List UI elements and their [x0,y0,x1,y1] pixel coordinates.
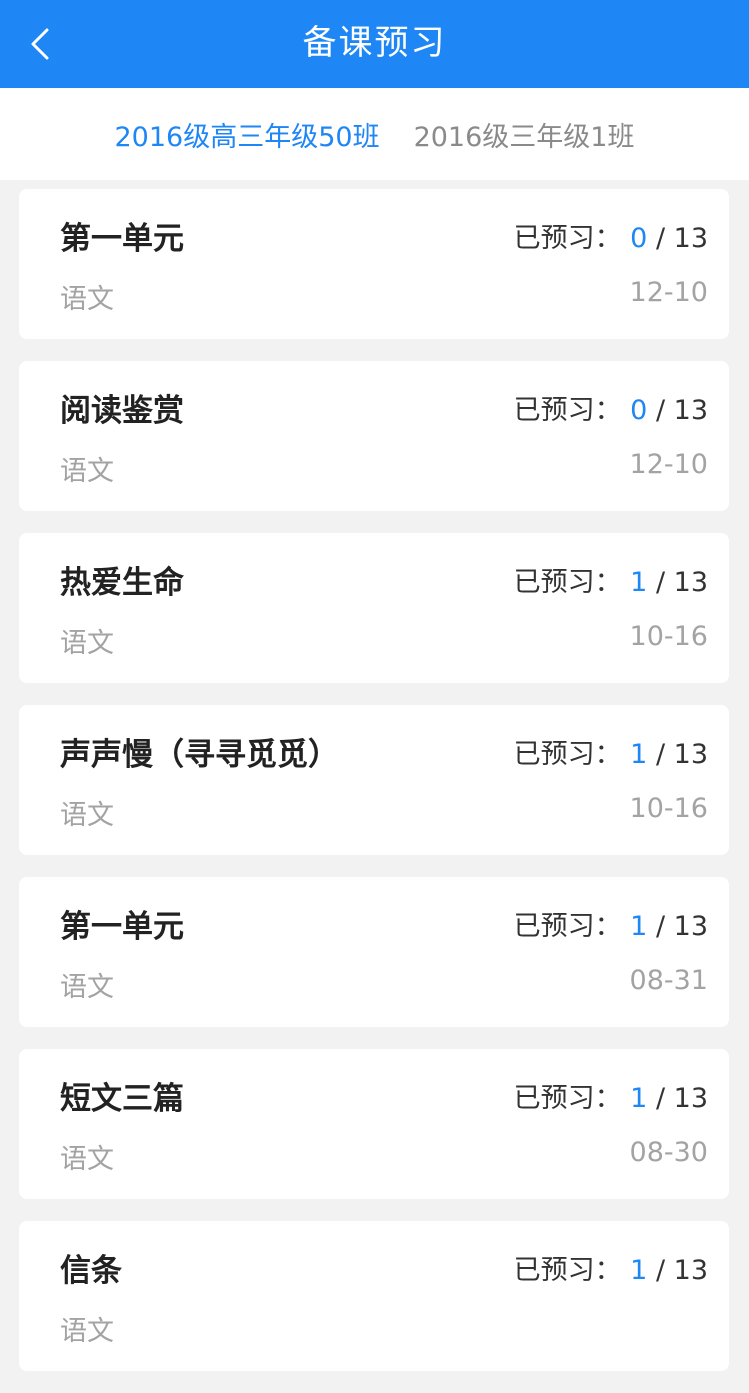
progress-done: 1 [630,1255,648,1286]
lesson-title: 热爱生命 [60,565,184,601]
preview-progress: 已预习： 0 / 13 [514,216,708,255]
preview-progress: 已预习： 1 / 13 [514,1248,708,1287]
progress-label: 已预习： [513,395,622,426]
page-title: 备课预习 [302,23,447,63]
progress-total: 13 [673,223,708,254]
lesson-subject: 语文 [60,972,114,1003]
progress-label: 已预习： [513,911,622,942]
lesson-title: 声声慢（寻寻觅觅） [60,737,339,773]
lesson-title: 信条 [60,1253,122,1289]
lesson-date: 08-31 [629,965,708,996]
progress-separator: / [655,395,674,426]
progress-done: 0 [630,395,648,426]
progress-done: 1 [630,567,648,598]
app-header: 备课预习 [0,0,749,88]
tab-class-50[interactable]: 2016级高三年级50班 [115,115,380,154]
lesson-date: 12-10 [629,277,708,308]
class-tabs: 2016级高三年级50班 2016级三年级1班 [0,88,749,180]
lesson-subject: 语文 [60,800,114,831]
tab-class-1[interactable]: 2016级三年级1班 [414,115,635,154]
progress-label: 已预习： [513,223,622,254]
lesson-date: 08-30 [629,1137,708,1168]
lesson-title: 短文三篇 [60,1081,184,1117]
lesson-list: 第一单元 已预习： 0 / 13 语文 12-10 阅读鉴赏 已预习： 0 / … [19,189,729,1393]
lesson-subject: 语文 [60,456,114,487]
preview-progress: 已预习： 0 / 13 [514,388,708,427]
lesson-date: 10-16 [629,621,708,652]
preview-progress: 已预习： 1 / 13 [514,732,708,771]
lesson-card[interactable]: 第一单元 已预习： 1 / 13 语文 08-31 [19,877,729,1027]
preview-progress: 已预习： 1 / 13 [514,1076,708,1115]
progress-label: 已预习： [513,1255,622,1286]
lesson-title: 第一单元 [60,221,184,257]
lesson-card[interactable]: 第一单元 已预习： 0 / 13 语文 12-10 [19,189,729,339]
progress-separator: / [655,911,674,942]
progress-total: 13 [673,739,708,770]
lesson-card[interactable]: 短文三篇 已预习： 1 / 13 语文 08-30 [19,1049,729,1199]
progress-label: 已预习： [513,739,622,770]
lesson-subject: 语文 [60,1316,114,1347]
progress-done: 1 [630,1083,648,1114]
lesson-card[interactable]: 热爱生命 已预习： 1 / 13 语文 10-16 [19,533,729,683]
progress-total: 13 [673,395,708,426]
lesson-subject: 语文 [60,628,114,659]
progress-separator: / [655,567,674,598]
lesson-date: 10-16 [629,793,708,824]
lesson-subject: 语文 [60,284,114,315]
progress-done: 1 [630,739,648,770]
lesson-card[interactable]: 声声慢（寻寻觅觅） 已预习： 1 / 13 语文 10-16 [19,705,729,855]
preview-progress: 已预习： 1 / 13 [514,904,708,943]
progress-separator: / [655,1083,674,1114]
lesson-card[interactable]: 阅读鉴赏 已预习： 0 / 13 语文 12-10 [19,361,729,511]
progress-separator: / [655,1255,674,1286]
progress-total: 13 [673,1083,708,1114]
progress-done: 1 [630,911,648,942]
lesson-date: 12-10 [629,449,708,480]
lesson-title: 第一单元 [60,909,184,945]
preview-progress: 已预习： 1 / 13 [514,560,708,599]
progress-separator: / [655,739,674,770]
progress-done: 0 [630,223,648,254]
progress-total: 13 [673,567,708,598]
progress-label: 已预习： [513,567,622,598]
progress-separator: / [655,223,674,254]
lesson-title: 阅读鉴赏 [60,393,184,429]
lesson-card[interactable]: 信条 已预习： 1 / 13 语文 [19,1221,729,1371]
progress-total: 13 [673,911,708,942]
progress-label: 已预习： [513,1083,622,1114]
lesson-subject: 语文 [60,1144,114,1175]
progress-total: 13 [673,1255,708,1286]
